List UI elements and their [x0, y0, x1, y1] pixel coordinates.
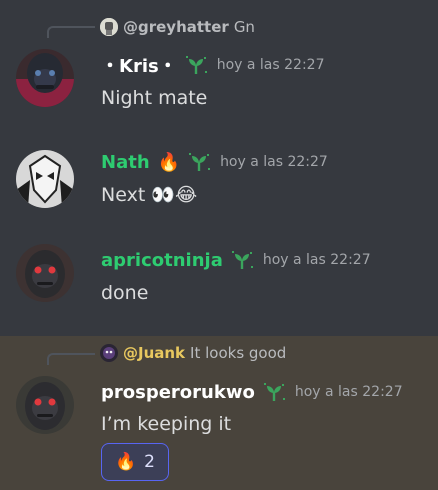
leaf-sprout-icon[interactable]	[229, 249, 255, 271]
username[interactable]: Nath	[101, 152, 150, 173]
message-text: Next 👀😂	[101, 183, 198, 206]
message-content: Next 👀😂	[101, 181, 197, 207]
username[interactable]: ・Kris・	[101, 52, 177, 78]
message-apricotninja: apricotninja hoy a las 22:27 done	[0, 228, 438, 336]
reply-text[interactable]: Gn	[234, 18, 255, 36]
leaf-sprout-icon[interactable]	[183, 54, 209, 76]
username[interactable]: apricotninja	[101, 250, 223, 271]
message-prosperorukwo: @Juank It looks good prosperorukwo hoy a…	[0, 336, 438, 490]
username[interactable]: prosperorukwo	[101, 382, 255, 403]
message-header: prosperorukwo hoy a las 22:27	[101, 379, 403, 405]
message-text: done	[101, 282, 149, 304]
fire-emoji: 🔥	[157, 151, 181, 173]
timestamp[interactable]: hoy a las 22:27	[295, 384, 403, 400]
timestamp[interactable]: hoy a las 22:27	[263, 252, 371, 268]
timestamp[interactable]: hoy a las 22:27	[217, 57, 325, 73]
reply-connector	[47, 353, 95, 365]
message-text: Night mate	[101, 87, 208, 109]
avatar[interactable]	[16, 150, 74, 208]
message-content: Night mate	[101, 85, 207, 111]
reply-avatar[interactable]	[100, 344, 118, 362]
timestamp[interactable]: hoy a las 22:27	[220, 154, 328, 170]
message-header: ・Kris・ hoy a las 22:27	[101, 52, 324, 78]
message-content: done	[101, 280, 148, 306]
avatar[interactable]	[16, 49, 74, 107]
message-content: I’m keeping it	[101, 411, 231, 437]
reply-author[interactable]: @Juank	[123, 344, 185, 362]
message-header: Nath 🔥 hoy a las 22:27	[101, 149, 328, 175]
message-header: apricotninja hoy a las 22:27	[101, 247, 371, 273]
reply-avatar[interactable]	[100, 18, 118, 36]
message-nath: Nath 🔥 hoy a las 22:27 Next 👀😂	[0, 130, 438, 228]
avatar[interactable]	[16, 244, 74, 302]
message-text: I’m keeping it	[101, 413, 232, 435]
reaction-button[interactable]: 🔥 2	[101, 443, 169, 481]
reply-author[interactable]: @greyhatter	[123, 18, 229, 36]
avatar[interactable]	[16, 376, 74, 434]
reply-preview[interactable]: @Juank It looks good	[100, 343, 286, 363]
leaf-sprout-icon[interactable]	[261, 381, 287, 403]
reaction-count: 2	[144, 452, 155, 472]
fire-emoji: 🔥	[115, 452, 137, 472]
reply-text[interactable]: It looks good	[190, 344, 286, 362]
reply-connector	[47, 26, 95, 38]
reply-preview[interactable]: @greyhatter Gn	[100, 17, 255, 37]
message-kris: @greyhatter Gn ・Kris・ hoy a las 22:27 Ni…	[0, 0, 438, 130]
leaf-sprout-icon[interactable]	[186, 151, 212, 173]
